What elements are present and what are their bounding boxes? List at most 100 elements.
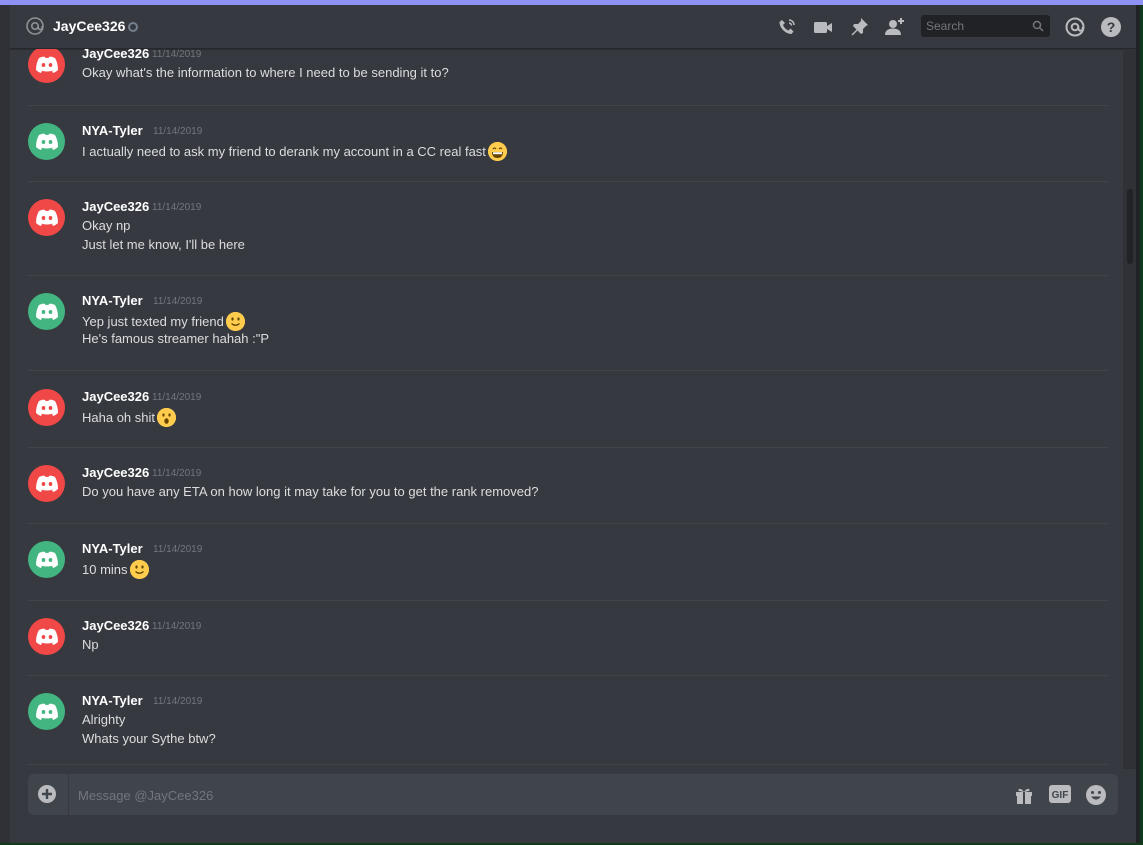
message-timestamp: 11/14/2019 <box>152 49 202 60</box>
message-line: Yep just texted my friend <box>82 312 245 331</box>
slight-smile-icon[interactable] <box>129 560 149 579</box>
avatar[interactable] <box>28 293 65 330</box>
avatar[interactable] <box>28 49 65 83</box>
message-divider <box>28 105 1107 106</box>
message-text: Whats your Sythe btw? <box>82 731 216 746</box>
avatar[interactable] <box>28 199 65 236</box>
dm-channel-view: JayCee326 Search ? JayCee326 11/14/2019 … <box>10 5 1136 843</box>
scrollbar-thumb[interactable] <box>1127 189 1133 264</box>
message-text: Okay np <box>82 218 131 233</box>
pinned-messages-icon[interactable] <box>848 16 870 38</box>
grin-icon[interactable] <box>487 142 507 161</box>
right-window-edge <box>1136 5 1143 845</box>
avatar[interactable] <box>28 693 65 730</box>
message-line: Do you have any ETA on how long it may t… <box>82 484 538 499</box>
at-sign-icon <box>26 17 44 35</box>
message-author[interactable]: NYA-Tyler <box>82 293 143 308</box>
channel-title: JayCee326 <box>53 18 126 34</box>
discord-logo-icon <box>36 399 58 416</box>
message-author[interactable]: JayCee326 <box>82 618 149 633</box>
message-author[interactable]: NYA-Tyler <box>82 693 143 708</box>
message-item: NYA-Tyler 11/14/2019 Yep just texted my fr… <box>10 285 1107 371</box>
help-icon[interactable]: ? <box>1100 16 1122 38</box>
discord-logo-icon <box>36 133 58 150</box>
channel-header: JayCee326 Search ? <box>10 5 1136 49</box>
message-divider <box>28 675 1107 676</box>
message-scrollbar[interactable] <box>1123 49 1136 769</box>
message-line: Np <box>82 637 99 652</box>
message-item: NYA-Tyler 11/14/2019 10 mins <box>10 533 1107 601</box>
upload-button[interactable] <box>28 774 69 815</box>
message-divider <box>28 523 1107 524</box>
message-line: Okay np <box>82 218 130 233</box>
message-divider <box>28 764 1107 765</box>
message-text: 10 mins <box>82 562 128 577</box>
search-icon <box>1032 20 1044 32</box>
message-line: 10 mins <box>82 560 149 579</box>
message-line: Okay what's the information to where I n… <box>82 65 449 80</box>
message-text: Haha oh shit <box>82 410 155 425</box>
discord-logo-icon <box>36 475 58 492</box>
message-divider <box>28 181 1107 182</box>
message-composer: GIF <box>28 774 1118 815</box>
discord-logo-icon <box>36 703 58 720</box>
message-text: Just let me know, I'll be here <box>82 237 245 252</box>
discord-logo-icon <box>36 56 58 73</box>
avatar[interactable] <box>28 123 65 160</box>
open-mouth-icon[interactable] <box>157 408 176 427</box>
message-line: Haha oh shit <box>82 408 176 427</box>
add-friend-icon[interactable] <box>884 16 906 38</box>
message-timestamp: 11/14/2019 <box>153 696 203 707</box>
message-divider <box>28 600 1107 601</box>
message-text: Np <box>82 637 99 652</box>
message-item: JayCee326 11/14/2019 Okay np Just let me kn… <box>10 191 1107 276</box>
message-line: Just let me know, I'll be here <box>82 237 245 252</box>
slight-smile-icon[interactable] <box>225 312 245 331</box>
video-call-icon[interactable] <box>812 16 834 38</box>
message-line: Whats your Sythe btw? <box>82 731 216 746</box>
message-item: JayCee326 11/14/2019 Np <box>10 610 1107 676</box>
message-input[interactable] <box>78 786 978 804</box>
gift-icon[interactable] <box>1013 784 1035 806</box>
mentions-icon[interactable] <box>1064 16 1086 38</box>
message-item: JayCee326 11/14/2019 Do you have any ETA o… <box>10 457 1107 524</box>
message-list[interactable]: JayCee326 11/14/2019 Okay what's the infor… <box>10 49 1122 769</box>
search-box[interactable] <box>921 15 1050 37</box>
message-author[interactable]: JayCee326 <box>82 465 149 480</box>
message-line: I actually need to ask my friend to dera… <box>82 142 507 161</box>
message-author[interactable]: NYA-Tyler <box>82 123 143 138</box>
message-text: Do you have any ETA on how long it may t… <box>82 484 539 499</box>
message-line: He's famous streamer hahah :"P <box>82 331 269 346</box>
gif-button[interactable]: GIF <box>1049 785 1071 803</box>
avatar[interactable] <box>28 389 65 426</box>
svg-text:?: ? <box>1107 19 1116 35</box>
search-input[interactable] <box>926 18 1026 34</box>
message-timestamp: 11/14/2019 <box>153 126 203 137</box>
plus-circle-icon <box>38 785 56 803</box>
message-author[interactable]: JayCee326 <box>82 199 149 214</box>
message-item: JayCee326 11/14/2019 Haha oh shit <box>10 381 1107 448</box>
avatar[interactable] <box>28 541 65 578</box>
discord-logo-icon <box>36 551 58 568</box>
message-text: Yep just texted my friend <box>82 314 224 329</box>
message-item: JayCee326 11/14/2019 Okay what's the infor… <box>10 49 1107 106</box>
avatar[interactable] <box>28 465 65 502</box>
discord-logo-icon <box>36 209 58 226</box>
gif-label: GIF <box>1051 790 1069 801</box>
message-divider <box>28 275 1107 276</box>
message-author[interactable]: JayCee326 <box>82 49 149 61</box>
message-timestamp: 11/14/2019 <box>152 202 202 213</box>
message-text: Alrighty <box>82 712 126 727</box>
message-item: NYA-Tyler 11/14/2019 I actually need to as… <box>10 115 1107 182</box>
voice-call-icon[interactable] <box>776 16 798 38</box>
message-line: Alrighty <box>82 712 125 727</box>
left-window-edge <box>0 5 10 845</box>
avatar[interactable] <box>28 618 65 655</box>
message-item: NYA-Tyler 11/14/2019 Alrighty Whats your Sy… <box>10 685 1107 765</box>
emoji-picker-icon[interactable] <box>1085 784 1107 806</box>
message-timestamp: 11/14/2019 <box>152 468 202 479</box>
discord-logo-icon <box>36 628 58 645</box>
discord-logo-icon <box>36 303 58 320</box>
message-author[interactable]: NYA-Tyler <box>82 541 143 556</box>
message-author[interactable]: JayCee326 <box>82 389 149 404</box>
